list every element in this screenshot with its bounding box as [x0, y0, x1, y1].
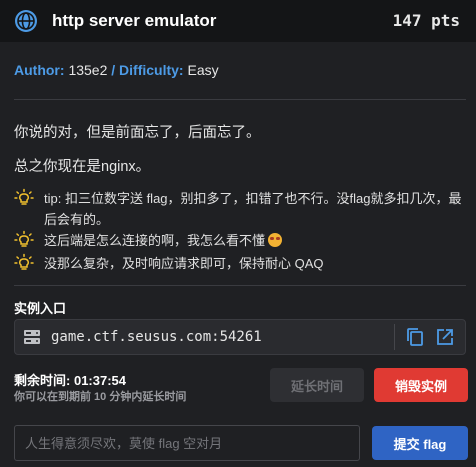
remaining-time: 剩余时间: 01:37:54 [14, 370, 126, 389]
tip-item: 这后端是怎么连接的啊，我怎么看不懂 [14, 230, 464, 251]
description-line-1: 你说的对，但是前面忘了，后面忘了。 [14, 125, 261, 141]
destroy-instance-button[interactable]: 销毁实例 [374, 368, 468, 402]
description-line-2: 总之你现在是nginx。 [14, 159, 151, 175]
author-key: Author: [14, 62, 65, 78]
flag-input[interactable] [14, 425, 360, 461]
instance-entry-label: 实例入口 [14, 301, 67, 316]
remaining-time-label: 剩余时间: [14, 373, 71, 388]
difficulty-key: Difficulty: [119, 62, 184, 78]
glasses-face-emoji-icon [268, 233, 283, 247]
challenge-points: 147 pts [392, 11, 460, 30]
copy-icon[interactable] [405, 327, 425, 347]
difficulty-value: Easy [187, 62, 219, 78]
tip-item: 没那么复杂，及时响应请求即可，保持耐心 QAQ [14, 253, 464, 274]
instance-address-box: game.ctf.seusus.com:54261 [14, 319, 466, 355]
challenge-title: http server emulator [52, 11, 217, 30]
extend-time-button[interactable]: 延长时间 [270, 368, 364, 402]
author-value: 135e2 [68, 62, 108, 78]
meta-separator: / [111, 62, 116, 78]
divider [14, 99, 466, 100]
extend-time-hint: 你可以在到期前 10 分钟内延长时间 [14, 391, 187, 403]
tip-text: 这后端是怎么连接的啊，我怎么看不懂 [44, 233, 266, 248]
tip-text: 没那么复杂，及时响应请求即可，保持耐心 QAQ [44, 256, 324, 271]
lightbulb-icon [14, 230, 34, 247]
server-icon [24, 330, 40, 344]
lightbulb-icon [14, 253, 34, 270]
instance-address[interactable]: game.ctf.seusus.com:54261 [51, 329, 262, 345]
globe-icon [15, 10, 37, 32]
remaining-time-value: 01:37:54 [73, 373, 127, 388]
address-separator [394, 324, 395, 350]
submit-flag-button[interactable]: 提交 flag [372, 426, 468, 460]
challenge-meta: Author: 135e2 / Difficulty: Easy [14, 62, 219, 78]
tip-item: tip: 扣三位数字送 flag，别扣多了，扣错了也不行。没flag就多扣几次，… [14, 188, 464, 230]
divider [14, 285, 466, 286]
lightbulb-icon [14, 188, 34, 205]
open-in-new-icon[interactable] [435, 327, 455, 347]
tip-text: tip: 扣三位数字送 flag，别扣多了，扣错了也不行。没flag就多扣几次，… [44, 191, 462, 227]
challenge-header: http server emulator 147 pts [0, 0, 476, 42]
